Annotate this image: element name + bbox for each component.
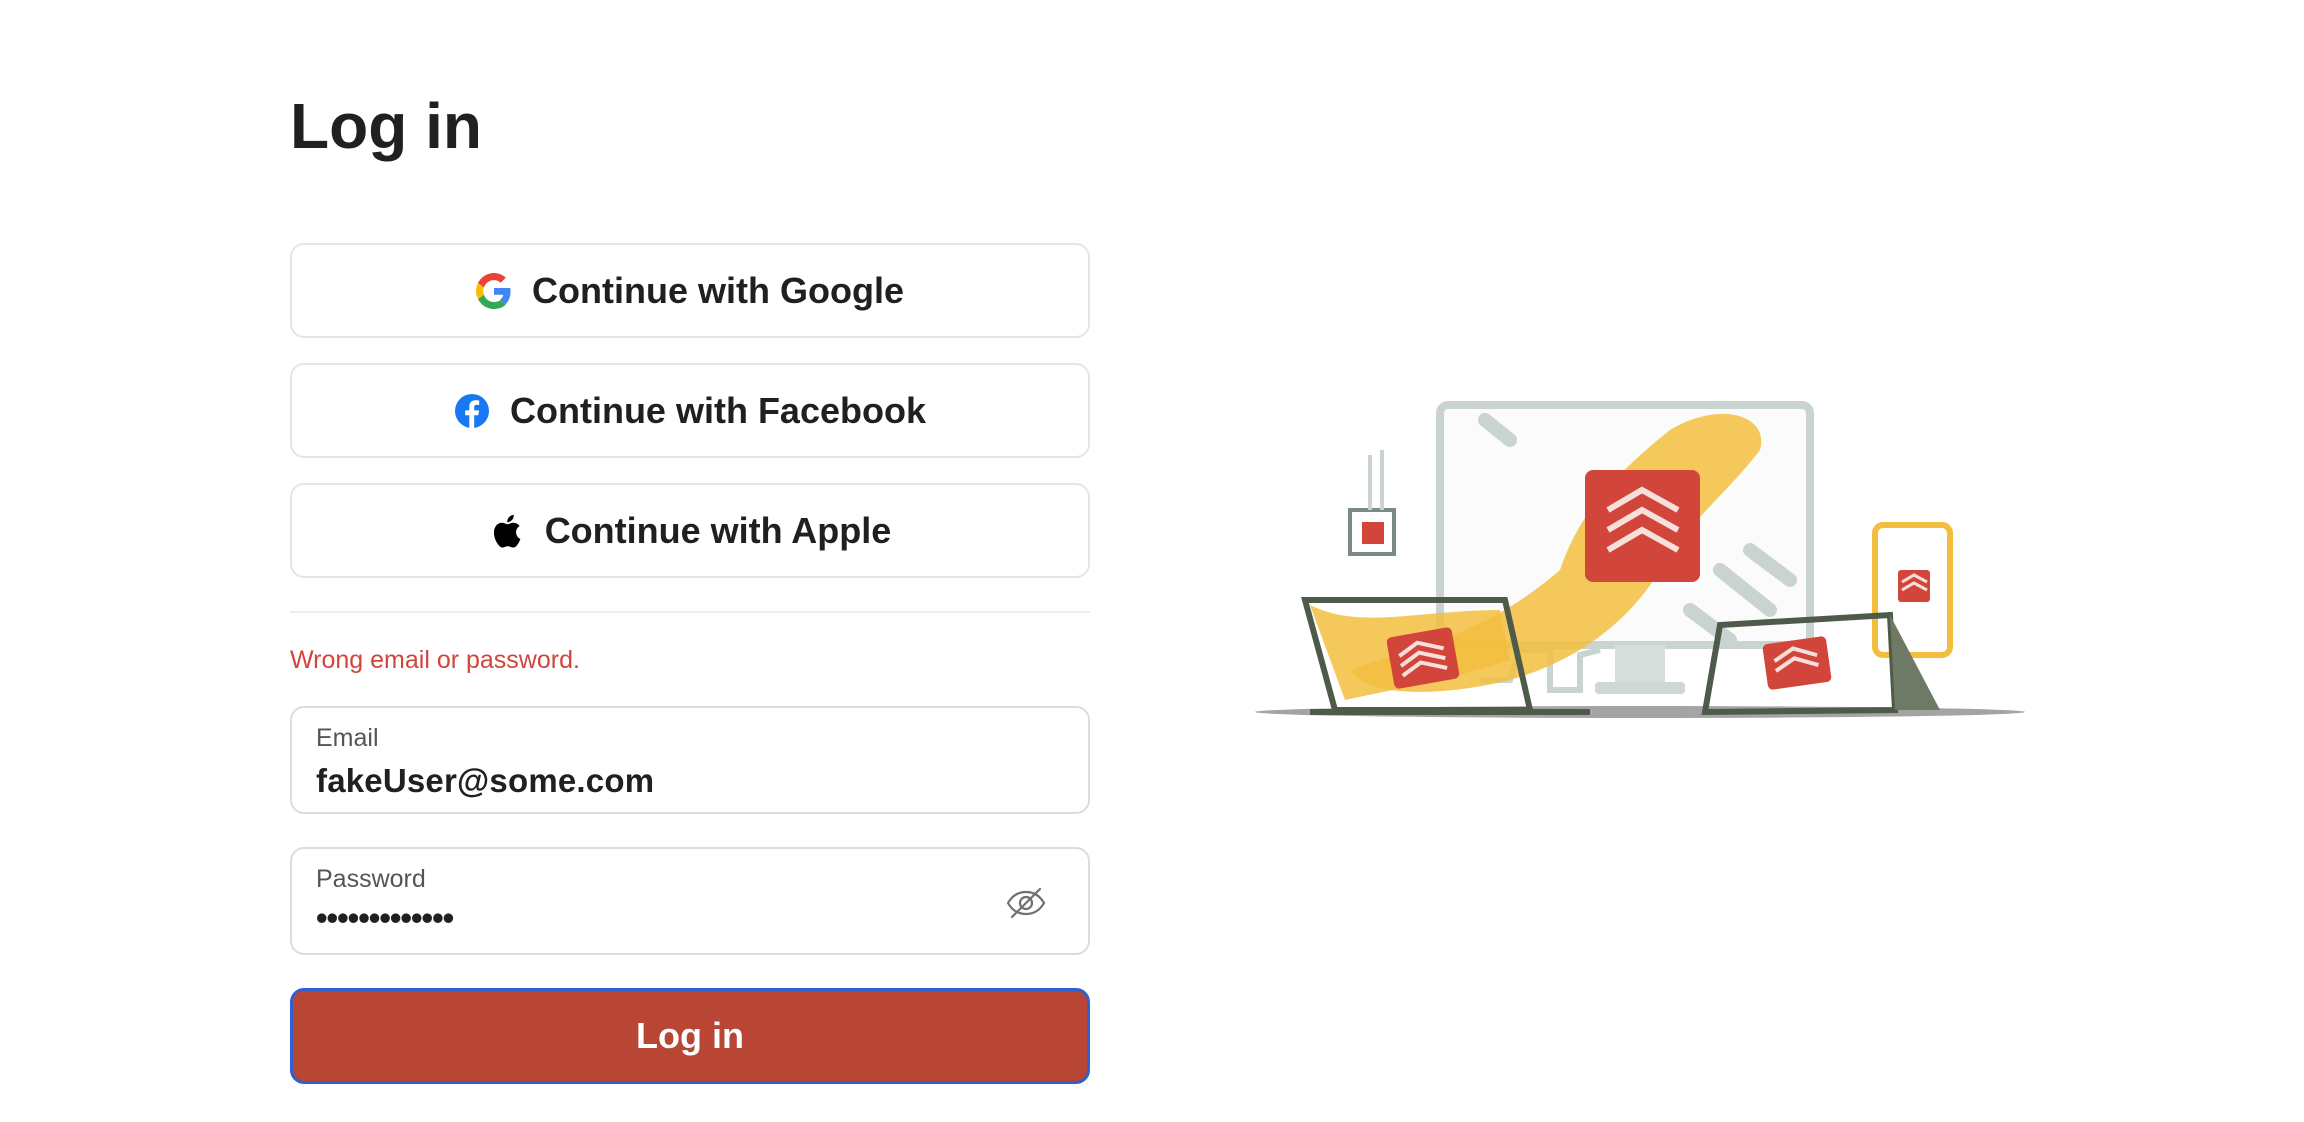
email-label: Email (316, 724, 379, 752)
facebook-button-label: Continue with Facebook (509, 389, 926, 431)
password-label: Password (316, 865, 426, 893)
google-icon (476, 272, 512, 309)
continue-with-facebook-button[interactable]: Continue with Facebook (290, 363, 1090, 458)
email-field[interactable]: Email fakeUser@some.com (290, 706, 1090, 814)
google-button-label: Continue with Google (532, 269, 904, 311)
email-input[interactable]: fakeUser@some.com (316, 762, 654, 800)
password-input[interactable]: ••••••••••••• (316, 899, 454, 937)
eye-slash-icon[interactable] (1004, 881, 1048, 925)
error-message: Wrong email or password. (290, 646, 580, 674)
page-title: Log in (290, 90, 482, 162)
divider (290, 611, 1090, 613)
login-page: Log in Continue with Google Continue wit… (0, 0, 2304, 1122)
password-field[interactable]: Password ••••••••••••• (290, 847, 1090, 955)
apple-icon (489, 513, 525, 549)
apple-button-label: Continue with Apple (544, 509, 892, 551)
facebook-icon (454, 393, 490, 429)
login-button[interactable]: Log in (290, 988, 1090, 1084)
devices-illustration (1250, 360, 2030, 750)
continue-with-google-button[interactable]: Continue with Google (290, 243, 1090, 338)
continue-with-apple-button[interactable]: Continue with Apple (290, 483, 1090, 578)
